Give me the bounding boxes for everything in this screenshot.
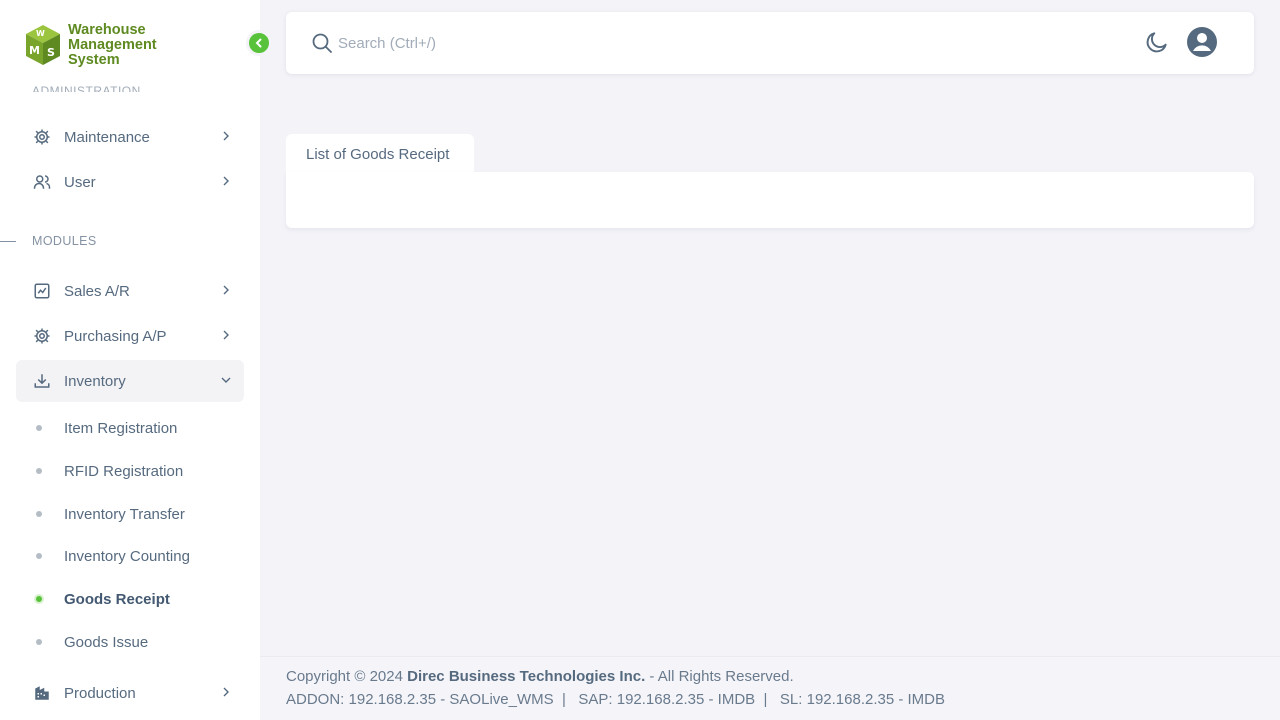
- brand-title: Warehouse Management System: [68, 21, 157, 68]
- brand-line-1: Warehouse: [68, 21, 146, 38]
- sidebar-item-label: Sales A/R: [64, 282, 130, 300]
- sidebar-subitem-label: Inventory Counting: [64, 547, 190, 565]
- bullet-icon: [36, 553, 42, 559]
- chevron-right-icon: [223, 176, 229, 186]
- rights-text: - All Rights Reserved.: [649, 668, 794, 685]
- brand-line-3: System: [68, 51, 120, 68]
- svg-text:S: S: [47, 46, 55, 59]
- footer: Copyright © 2024 Direc Business Technolo…: [260, 656, 1280, 720]
- chevron-right-icon: [223, 131, 229, 141]
- sidebar-item-sales[interactable]: Sales A/R: [16, 270, 244, 312]
- bullet-icon: [36, 511, 42, 517]
- svg-text:W: W: [36, 29, 45, 38]
- top-navbar: [286, 12, 1254, 74]
- building-icon: [32, 683, 52, 703]
- sidebar-subitem-rfid-registration[interactable]: RFID Registration: [16, 452, 244, 490]
- separator: |: [763, 691, 768, 708]
- footer-connections: ADDON: 192.168.2.35 - SAOLive_WMS | SAP:…: [286, 691, 1280, 714]
- sl-info: SL: 192.168.2.35 - IMDB: [779, 691, 946, 708]
- bullet-icon: [36, 468, 42, 474]
- sidebar-item-user[interactable]: User: [16, 161, 244, 203]
- sidebar-subitem-goods-issue[interactable]: Goods Issue: [16, 623, 244, 661]
- sidebar-item-production[interactable]: Production: [16, 672, 244, 714]
- sidebar: W M S Warehouse Management System ADMINI…: [0, 0, 260, 720]
- brand[interactable]: W M S Warehouse Management System: [24, 20, 157, 70]
- modules-section-header: MODULES: [32, 234, 97, 248]
- sidebar-subitem-inventory-counting[interactable]: Inventory Counting: [16, 537, 244, 575]
- chevron-right-icon: [223, 330, 229, 340]
- chevron-right-icon: [223, 285, 229, 295]
- sidebar-item-inventory[interactable]: Inventory: [16, 360, 244, 402]
- addon-info: ADDON: 192.168.2.35 - SAOLive_WMS: [286, 691, 554, 708]
- administration-section-header: ADMINISTRATION: [32, 84, 141, 92]
- gear-icon: [32, 326, 52, 346]
- chevron-down-icon: [221, 377, 231, 383]
- sidebar-subitem-goods-receipt[interactable]: Goods Receipt: [16, 580, 244, 618]
- sidebar-subitem-label: Inventory Transfer: [64, 505, 185, 523]
- tab-list-of-goods-receipt[interactable]: List of Goods Receipt: [286, 134, 474, 174]
- search-icon[interactable]: [310, 31, 334, 55]
- footer-copyright: Copyright © 2024 Direc Business Technolo…: [286, 668, 1280, 691]
- avatar[interactable]: [1186, 26, 1218, 58]
- sidebar-collapse-button[interactable]: [246, 30, 272, 56]
- bullet-icon: [36, 639, 42, 645]
- goods-receipt-card: [286, 172, 1254, 228]
- svg-text:M: M: [29, 44, 40, 57]
- tab-label: List of Goods Receipt: [306, 145, 450, 163]
- sidebar-item-maintenance[interactable]: Maintenance: [16, 116, 244, 158]
- sidebar-item-label: Purchasing A/P: [64, 327, 167, 345]
- sidebar-item-label: Inventory: [64, 372, 126, 390]
- section-divider: [0, 241, 16, 242]
- sidebar-subitem-label: Goods Issue: [64, 633, 149, 651]
- sidebar-item-purchasing[interactable]: Purchasing A/P: [16, 315, 244, 357]
- brand-line-2: Management: [68, 36, 157, 53]
- sidebar-subitem-label: RFID Registration: [64, 462, 184, 480]
- gear-icon: [32, 127, 52, 147]
- users-icon: [32, 172, 52, 192]
- separator: |: [561, 691, 566, 708]
- sidebar-subitem-item-registration[interactable]: Item Registration: [16, 409, 244, 447]
- sidebar-item-label: User: [64, 173, 96, 191]
- sap-info: SAP: 192.168.2.35 - IMDB: [578, 691, 756, 708]
- bullet-icon: [36, 425, 42, 431]
- sidebar-subitem-label: Goods Receipt: [64, 590, 170, 608]
- search-input[interactable]: [338, 30, 738, 56]
- chevron-left-icon: [255, 38, 262, 48]
- wms-cube-logo-icon: W M S: [26, 25, 60, 65]
- copyright-prefix: Copyright © 2024: [286, 668, 403, 685]
- sidebar-item-label: Maintenance: [64, 128, 150, 146]
- active-bullet-icon: [34, 594, 44, 604]
- company-link[interactable]: Direc Business Technologies Inc.: [407, 668, 645, 685]
- chart-icon: [32, 281, 52, 301]
- moon-icon[interactable]: [1144, 29, 1170, 55]
- chevron-right-icon: [223, 687, 229, 697]
- sidebar-subitem-label: Item Registration: [64, 419, 178, 437]
- download-icon: [32, 371, 52, 391]
- sidebar-item-label: Production: [64, 684, 136, 702]
- sidebar-subitem-inventory-transfer[interactable]: Inventory Transfer: [16, 495, 244, 533]
